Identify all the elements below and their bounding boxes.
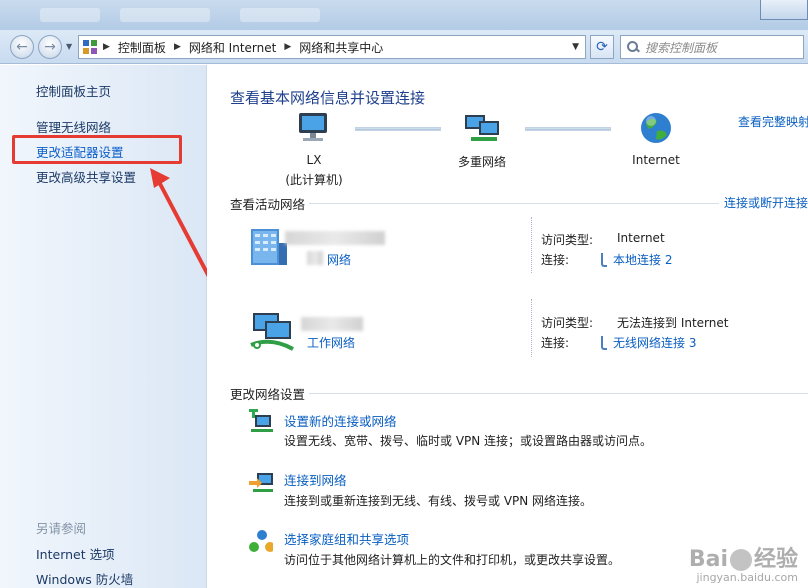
change-settings-heading: 更改网络设置 [230, 387, 306, 402]
access-type-value: Internet [617, 231, 665, 245]
divider [309, 203, 719, 204]
connection-link-1[interactable]: 本地连接 2 [601, 251, 672, 268]
vertical-divider [531, 299, 532, 357]
window-control-button[interactable] [760, 0, 808, 20]
see-also-heading: 另请参阅 [36, 521, 87, 536]
ethernet-icon [601, 252, 607, 267]
this-pc-name: LX [306, 153, 322, 167]
this-pc-label: (此计算机) [285, 173, 343, 187]
sidebar-item-advanced-sharing[interactable]: 更改高级共享设置 [36, 167, 136, 186]
setup-connection-desc: 设置无线、宽带、拨号、临时或 VPN 连接；或设置路由器或访问点。 [284, 434, 653, 448]
blurred-tab [120, 8, 210, 22]
search-input[interactable]: 搜索控制面板 [620, 35, 804, 59]
connection-value[interactable]: 无线网络连接 3 [613, 334, 696, 351]
network-1-name[interactable]: 网络 [327, 251, 351, 268]
connect-network-icon [249, 473, 273, 492]
sidebar-item-internet-options[interactable]: Internet 选项 [36, 544, 115, 563]
internet-globe-icon[interactable] [639, 111, 673, 145]
redacted-text [285, 231, 385, 245]
map-connector [355, 127, 441, 131]
breadcrumb-separator-icon[interactable]: ▶ [103, 42, 110, 52]
breadcrumb-network-internet[interactable]: 网络和 Internet [189, 39, 276, 56]
access-type-value: 无法连接到 Internet [617, 316, 729, 330]
connection-label: 连接: [541, 336, 570, 350]
connect-to-network-link[interactable]: 连接到网络 [284, 470, 347, 489]
highlight-box [12, 135, 182, 164]
search-placeholder: 搜索控制面板 [645, 40, 718, 55]
connection-link-2[interactable]: 无线网络连接 3 [601, 334, 696, 351]
address-bar[interactable]: ▶ 控制面板 ▶ 网络和 Internet ▶ 网络和共享中心 ▼ [78, 35, 586, 59]
breadcrumb-network-sharing-center[interactable]: 网络和共享中心 [299, 39, 383, 56]
internet-label: Internet [632, 153, 680, 167]
divider [309, 393, 808, 394]
redacted-text [307, 251, 323, 265]
back-button[interactable]: ← [10, 35, 34, 59]
access-type-label: 访问类型: [541, 316, 594, 330]
baidu-watermark: Bai 经验 jingyan.baidu.com [688, 546, 798, 584]
connect-to-network-desc: 连接到或重新连接到无线、有线、拨号或 VPN 网络连接。 [284, 494, 593, 508]
map-connector [525, 127, 611, 131]
computer-icon[interactable] [293, 111, 333, 145]
sidebar-item-control-panel-home[interactable]: 控制面板主页 [36, 81, 111, 100]
address-toolbar: ← → ▼ ▶ 控制面板 ▶ 网络和 Internet ▶ 网络和共享中心 ▼ … [0, 30, 808, 64]
connection-value[interactable]: 本地连接 2 [613, 251, 672, 268]
breadcrumb-control-panel[interactable]: 控制面板 [118, 39, 166, 56]
watermark-url: jingyan.baidu.com [696, 570, 798, 584]
blurred-tab [240, 8, 320, 22]
address-dropdown-icon[interactable]: ▼ [572, 42, 579, 52]
breadcrumb-separator-icon[interactable]: ▶ [174, 42, 181, 52]
multiple-networks-icon[interactable] [463, 111, 503, 145]
active-networks-heading: 查看活动网络 [230, 197, 306, 212]
sidebar-item-manage-wireless[interactable]: 管理无线网络 [36, 117, 111, 136]
watermark-brand-left: Bai [688, 546, 728, 572]
control-panel-icon [83, 40, 97, 54]
connection-label: 连接: [541, 253, 570, 267]
search-icon [627, 41, 639, 53]
forward-button[interactable]: → [38, 35, 62, 59]
work-network-icon [250, 313, 294, 351]
see-full-map-link[interactable]: 查看完整映射 [738, 113, 808, 130]
multiple-networks-label: 多重网络 [457, 155, 506, 169]
blurred-tab [40, 8, 100, 22]
redacted-text [301, 317, 363, 331]
recent-pages-dropdown-icon[interactable]: ▼ [66, 42, 72, 51]
homegroup-sharing-desc: 访问位于其他网络计算机上的文件和打印机，或更改共享设置。 [284, 553, 621, 567]
window-titlebar [0, 0, 808, 30]
watermark-brand-right: 经验 [753, 546, 798, 572]
refresh-button[interactable]: ⟳ [590, 35, 614, 59]
main-content: 查看基本网络信息并设置连接 查看完整映射 LX (此计算机) 多重网络 Inte… [207, 65, 808, 588]
watermark-logo: Bai 经验 [688, 546, 798, 572]
network-2-name[interactable]: 工作网络 [307, 334, 355, 351]
homegroup-sharing-link[interactable]: 选择家庭组和共享选项 [284, 529, 409, 548]
access-type-label: 访问类型: [541, 233, 594, 247]
connect-disconnect-link[interactable]: 连接或断开连接 [724, 194, 808, 211]
homegroup-icon [249, 530, 273, 552]
vertical-divider [531, 217, 532, 273]
sidebar-item-windows-firewall[interactable]: Windows 防火墙 [36, 569, 133, 588]
domain-network-icon [251, 229, 287, 265]
page-title: 查看基本网络信息并设置连接 [230, 89, 426, 107]
setup-connection-link[interactable]: 设置新的连接或网络 [284, 411, 397, 430]
breadcrumb-separator-icon[interactable]: ▶ [284, 42, 291, 52]
new-connection-icon [249, 409, 273, 432]
paw-icon [729, 548, 752, 571]
wireless-signal-icon [601, 335, 607, 350]
